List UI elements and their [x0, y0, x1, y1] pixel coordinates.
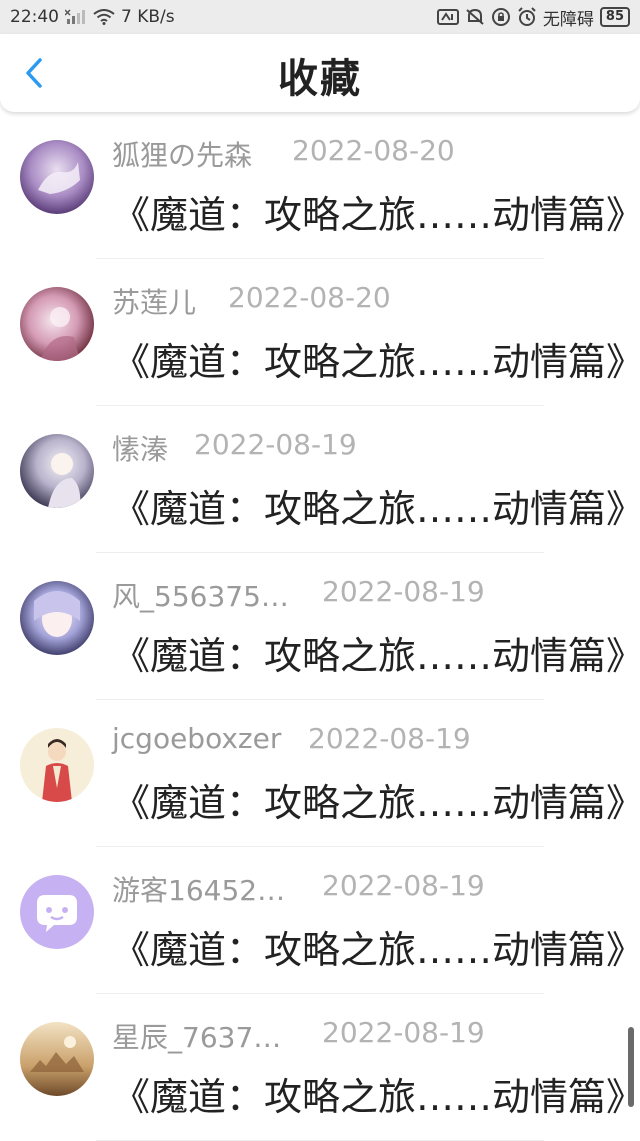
list-item[interactable]: 狐狸の先森 2022-08-20 《魔道：攻略之旅……动情篇》: [0, 112, 640, 259]
date: 2022-08-20: [292, 134, 455, 167]
date: 2022-08-19: [308, 722, 471, 755]
list-item[interactable]: 星辰_7637… 2022-08-19 《魔道：攻略之旅……动情篇》: [0, 994, 640, 1141]
lock-rotation-icon: [491, 7, 511, 27]
date: 2022-08-19: [322, 869, 485, 902]
username: jcgoeboxzer: [112, 722, 282, 755]
username: 狐狸の先森: [112, 139, 253, 172]
date: 2022-08-19: [194, 428, 357, 461]
date: 2022-08-19: [322, 1016, 485, 1049]
status-right: 无障碍 85: [436, 5, 630, 30]
avatar[interactable]: [20, 875, 94, 949]
accessibility-label: 无障碍: [542, 9, 594, 30]
list-item[interactable]: 游客16452… 2022-08-19 《魔道：攻略之旅……动情篇》: [0, 847, 640, 994]
avatar[interactable]: [20, 728, 94, 802]
avatar[interactable]: [20, 1022, 94, 1096]
book-title[interactable]: 《魔道：攻略之旅……动情篇》: [112, 772, 640, 827]
book-title[interactable]: 《魔道：攻略之旅……动情篇》: [112, 919, 640, 974]
status-bar: 22:40 7 KB/s 无障碍 85: [0, 0, 640, 34]
username: 游客16452…: [112, 874, 286, 907]
scrollbar[interactable]: [628, 1027, 634, 1107]
list-item[interactable]: 愫溱 2022-08-19 《魔道：攻略之旅……动情篇》: [0, 406, 640, 553]
favorites-list: 狐狸の先森 2022-08-20 《魔道：攻略之旅……动情篇》 苏莲儿 2022…: [0, 112, 640, 1141]
username: 星辰_7637…: [112, 1021, 282, 1054]
app-notification-icon: [436, 8, 459, 26]
chat-bubble-icon: [20, 875, 94, 949]
battery-icon: 85: [599, 7, 630, 27]
avatar[interactable]: [20, 287, 94, 361]
status-time: 22:40: [10, 7, 59, 27]
battery-level: 85: [605, 9, 624, 24]
list-item[interactable]: 苏莲儿 2022-08-20 《魔道：攻略之旅……动情篇》: [0, 259, 640, 406]
header: 收藏: [0, 34, 640, 112]
avatar[interactable]: [20, 581, 94, 655]
signal-off-icon: [65, 9, 87, 25]
list-item[interactable]: jcgoeboxzer 2022-08-19 《魔道：攻略之旅……动情篇》: [0, 700, 640, 847]
book-title[interactable]: 《魔道：攻略之旅……动情篇》: [112, 1066, 640, 1121]
network-speed: 7 KB/s: [121, 7, 175, 27]
book-title[interactable]: 《魔道：攻略之旅……动情篇》: [112, 625, 640, 680]
username: 苏莲儿: [112, 286, 197, 319]
page-title: 收藏: [278, 56, 362, 102]
date: 2022-08-20: [228, 281, 391, 314]
book-title[interactable]: 《魔道：攻略之旅……动情篇》: [112, 478, 640, 533]
alarm-icon: [517, 7, 537, 27]
list-item[interactable]: 风_556375… 2022-08-19 《魔道：攻略之旅……动情篇》: [0, 553, 640, 700]
username: 愫溱: [112, 433, 169, 466]
avatar[interactable]: [20, 434, 94, 508]
book-title[interactable]: 《魔道：攻略之旅……动情篇》: [112, 184, 640, 239]
wifi-icon: [93, 9, 115, 25]
mute-bell-icon: [465, 8, 485, 26]
status-left: 22:40 7 KB/s: [10, 7, 175, 27]
date: 2022-08-19: [322, 575, 485, 608]
book-title[interactable]: 《魔道：攻略之旅……动情篇》: [112, 331, 640, 386]
username: 风_556375…: [112, 580, 289, 613]
avatar[interactable]: [20, 140, 94, 214]
